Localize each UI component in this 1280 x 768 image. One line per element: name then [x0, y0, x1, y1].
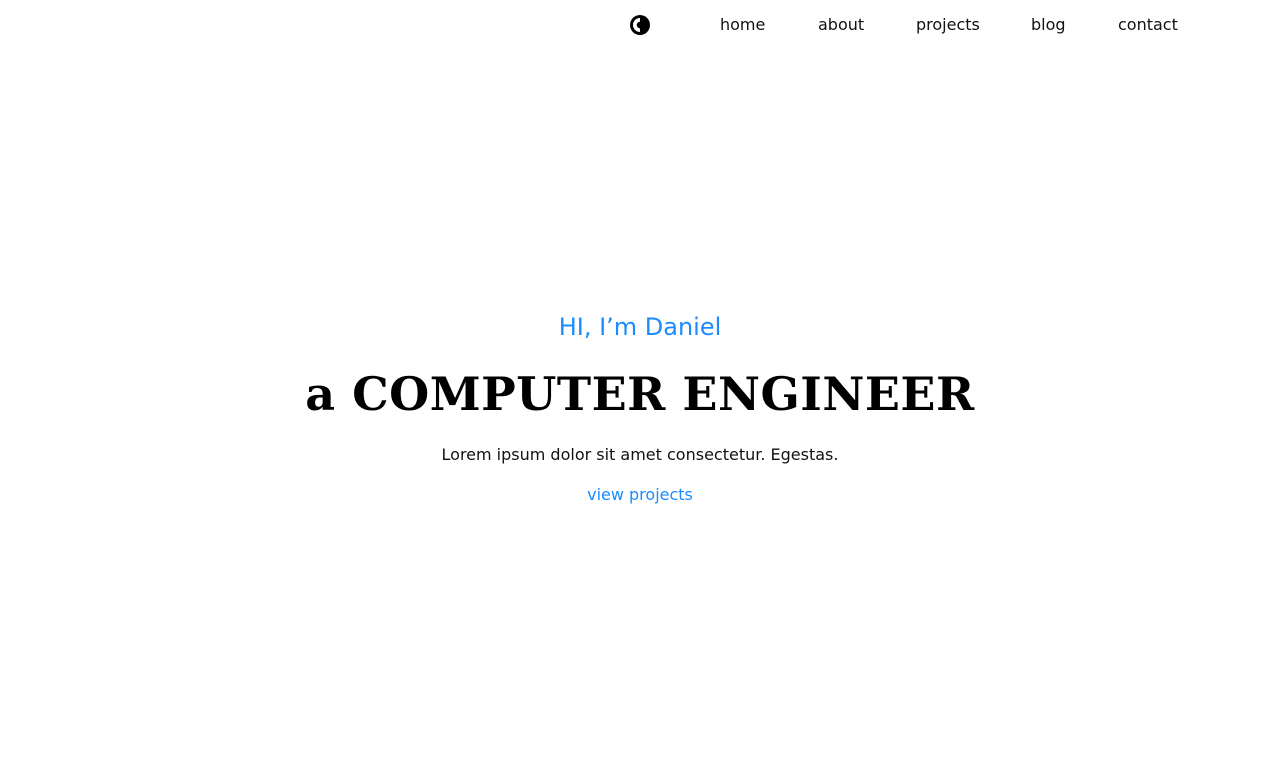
hero-title: a COMPUTER ENGINEER: [305, 367, 975, 421]
page: home about projects blog contact HI, I’m…: [0, 0, 1280, 768]
hero-description: Lorem ipsum dolor sit amet consectetur. …: [441, 445, 839, 464]
nav-link-about[interactable]: about: [818, 14, 864, 36]
theme-toggle-button[interactable]: [629, 14, 651, 36]
nav-link-home[interactable]: home: [720, 14, 765, 36]
contrast-half-circle-icon: [630, 15, 650, 35]
nav-link-contact[interactable]: contact: [1118, 14, 1178, 36]
nav-link-projects[interactable]: projects: [916, 14, 980, 36]
hero-cta-wrapper: view projects: [0, 484, 1280, 506]
view-projects-link[interactable]: view projects: [587, 485, 693, 504]
nav-link-blog[interactable]: blog: [1031, 14, 1066, 36]
hero-greeting: HI, I’m Daniel: [558, 313, 722, 341]
